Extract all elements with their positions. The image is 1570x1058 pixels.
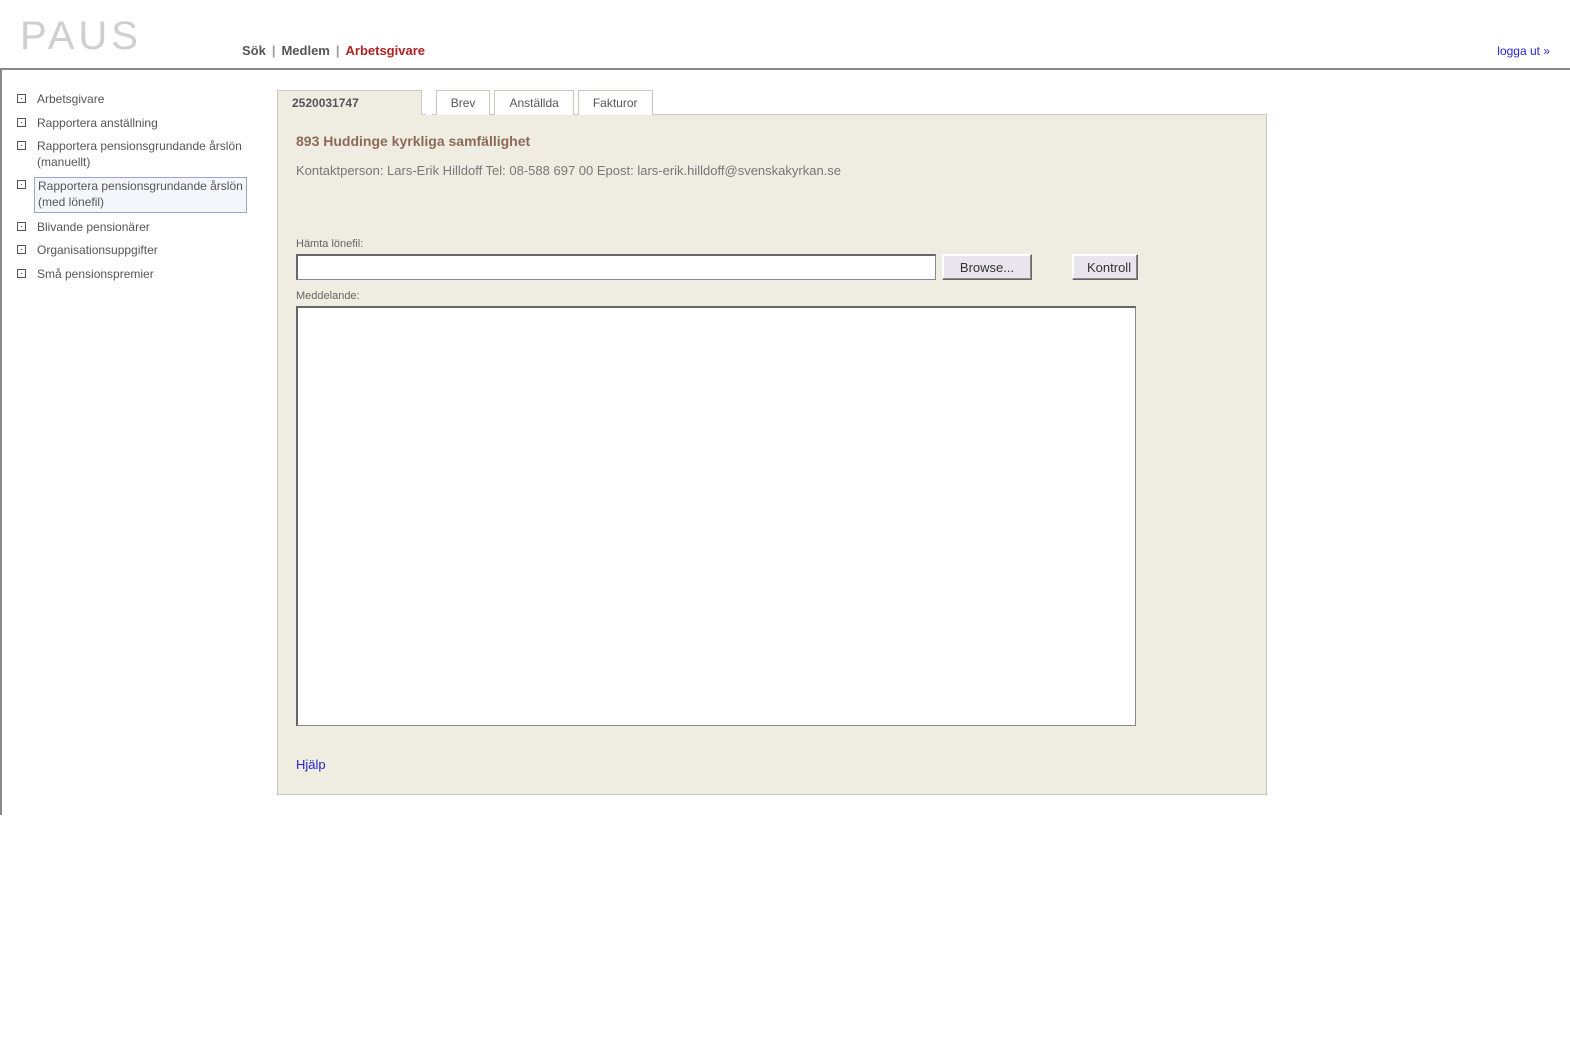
bullet-icon bbox=[17, 222, 26, 231]
file-path-input[interactable] bbox=[296, 254, 936, 280]
bullet-icon bbox=[17, 118, 26, 127]
top-nav: Sök | Medlem | Arbetsgivare bbox=[242, 43, 425, 68]
bullet-icon bbox=[17, 180, 26, 189]
org-heading: 893 Huddinge kyrkliga samfällighet bbox=[296, 133, 1248, 149]
sidebar-item-label: Rapportera pensionsgrundande årslön (med… bbox=[38, 179, 243, 209]
separator: | bbox=[272, 43, 276, 58]
file-row: Browse... Kontroll bbox=[296, 254, 1248, 280]
bullet-icon bbox=[17, 245, 26, 254]
tab-spacer bbox=[426, 90, 432, 115]
sidebar-item-rapportera-arslon-manuellt[interactable]: Rapportera pensionsgrundande årslön (man… bbox=[17, 135, 247, 174]
fetch-file-label: Hämta lönefil: bbox=[296, 238, 1248, 250]
separator: | bbox=[336, 43, 340, 58]
browse-button[interactable]: Browse... bbox=[942, 254, 1032, 280]
tab-brev[interactable]: Brev bbox=[436, 90, 491, 115]
bullet-icon bbox=[17, 94, 26, 103]
sidebar-item-blivande-pensionarer[interactable]: Blivande pensionärer bbox=[17, 216, 247, 240]
topnav-medlem[interactable]: Medlem bbox=[281, 43, 329, 58]
sidebar-item-organisationsuppgifter[interactable]: Organisationsuppgifter bbox=[17, 239, 247, 263]
sidebar: Arbetsgivare Rapportera anställning Rapp… bbox=[2, 70, 257, 815]
tab-anstallda[interactable]: Anställda bbox=[494, 90, 573, 115]
sidebar-item-label: Små pensionspremier bbox=[37, 267, 154, 281]
app-logo: PAUS bbox=[20, 16, 142, 68]
tab-id[interactable]: 2520031747 bbox=[277, 90, 422, 115]
message-label: Meddelande: bbox=[296, 290, 1248, 302]
logout-container: logga ut » bbox=[1497, 44, 1550, 68]
topnav-sok[interactable]: Sök bbox=[242, 43, 266, 58]
topnav-arbetsgivare[interactable]: Arbetsgivare bbox=[346, 43, 425, 58]
sidebar-item-arbetsgivare[interactable]: Arbetsgivare bbox=[17, 88, 247, 112]
sidebar-item-rapportera-anstallning[interactable]: Rapportera anställning bbox=[17, 112, 247, 136]
sidebar-item-rapportera-arslon-lonefil[interactable]: Rapportera pensionsgrundande årslön (med… bbox=[17, 174, 247, 215]
kontroll-button[interactable]: Kontroll bbox=[1072, 254, 1138, 280]
message-textarea[interactable] bbox=[296, 306, 1136, 726]
main-content: 2520031747 Brev Anställda Fakturor 893 H… bbox=[257, 70, 1570, 815]
sidebar-item-label: Rapportera anställning bbox=[37, 116, 158, 130]
bullet-icon bbox=[17, 269, 26, 278]
logout-link[interactable]: logga ut » bbox=[1497, 44, 1550, 58]
sidebar-item-label: Organisationsuppgifter bbox=[37, 243, 158, 257]
content-panel: 893 Huddinge kyrkliga samfällighet Konta… bbox=[277, 114, 1267, 795]
header: PAUS Sök | Medlem | Arbetsgivare logga u… bbox=[0, 0, 1570, 70]
sidebar-item-label: Rapportera pensionsgrundande årslön (man… bbox=[37, 139, 242, 169]
help-link[interactable]: Hjälp bbox=[296, 757, 326, 772]
sidebar-item-label: Blivande pensionärer bbox=[37, 220, 150, 234]
contact-info: Kontaktperson: Lars-Erik Hilldoff Tel: 0… bbox=[296, 163, 1248, 178]
tab-strip: 2520031747 Brev Anställda Fakturor bbox=[277, 90, 1530, 115]
sidebar-item-sma-pensionspremier[interactable]: Små pensionspremier bbox=[17, 263, 247, 287]
sidebar-item-label: Arbetsgivare bbox=[37, 92, 104, 106]
tab-fakturor[interactable]: Fakturor bbox=[578, 90, 653, 115]
bullet-icon bbox=[17, 141, 26, 150]
